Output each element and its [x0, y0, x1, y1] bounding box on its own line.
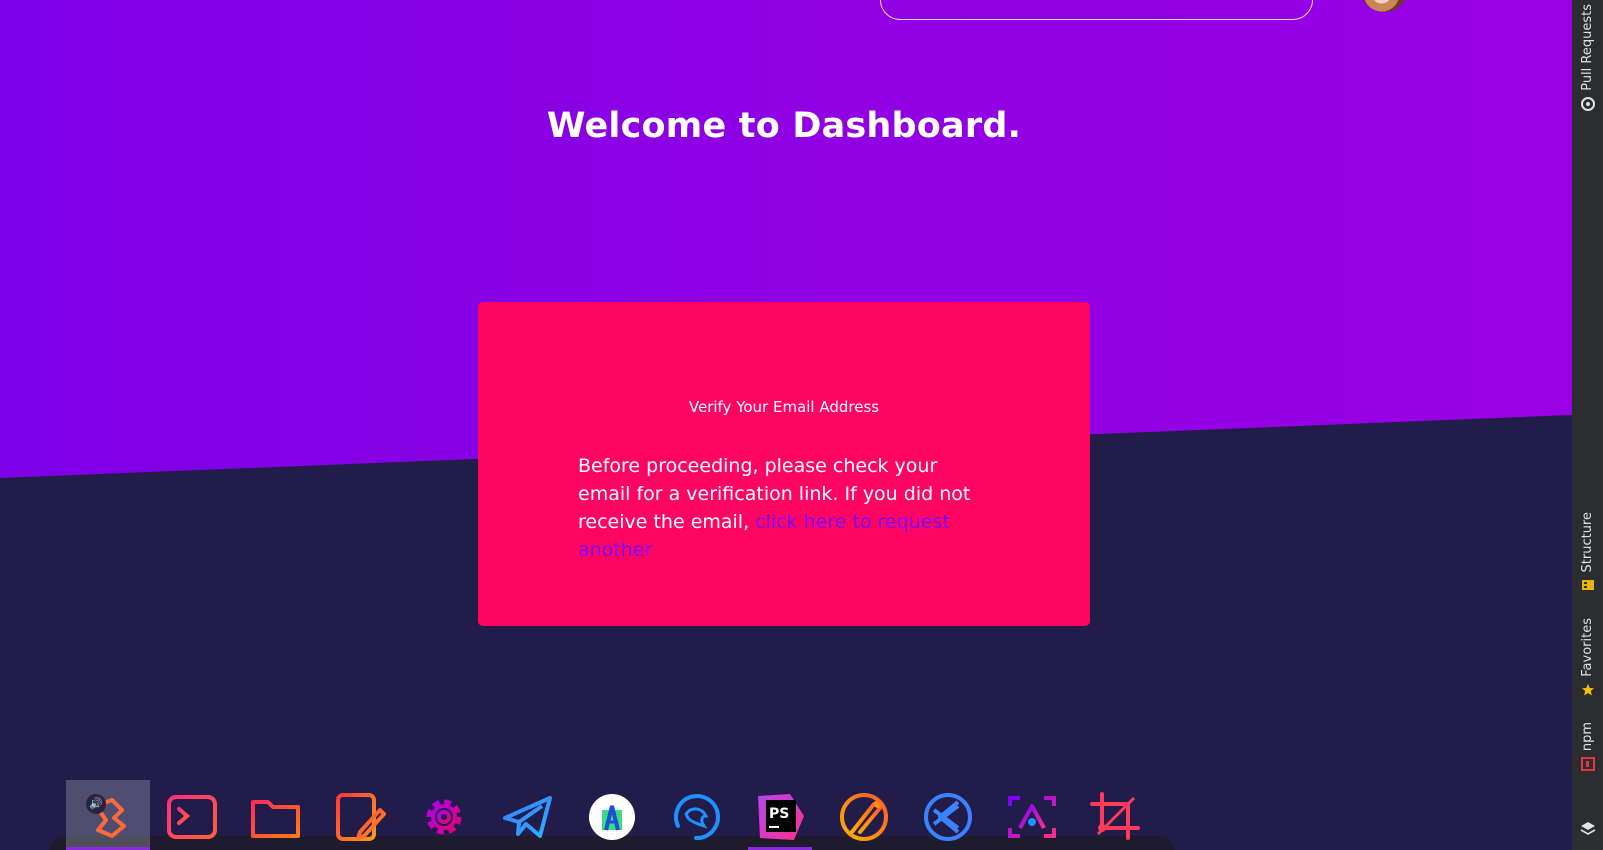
terminal-icon — [167, 795, 217, 839]
npm-label: npm — [1580, 722, 1595, 752]
structure-icon — [1581, 580, 1594, 591]
text-editor-icon — [336, 793, 386, 841]
android-studio-icon — [589, 794, 635, 840]
dock-item-app[interactable] — [990, 780, 1074, 850]
dock-item-files[interactable] — [234, 780, 318, 850]
layers-icon[interactable] — [1580, 820, 1596, 836]
structure-tab[interactable]: Structure — [1572, 512, 1603, 592]
github-icon — [1580, 96, 1595, 111]
phpstorm-icon: PS — [758, 794, 804, 840]
star-icon — [1581, 683, 1594, 696]
page-title: Welcome to Dashboard. — [546, 106, 1022, 146]
dock-item-editor[interactable] — [318, 780, 402, 850]
card-title: Verify Your Email Address — [688, 398, 880, 416]
mysql-workbench-icon — [674, 794, 720, 841]
settings-gear-icon — [426, 799, 462, 835]
vscode-icon — [924, 793, 972, 841]
crop-tool-icon — [1090, 792, 1140, 840]
dock-item-android-studio[interactable] — [570, 780, 654, 850]
phpstorm-icon-text: PS — [769, 806, 789, 822]
dock-item-mysql-workbench[interactable] — [654, 780, 738, 850]
dock-item-terminal[interactable] — [150, 780, 234, 850]
npm-icon — [1580, 757, 1595, 772]
dock-item-vscode[interactable] — [906, 780, 990, 850]
ide-tool-strip: Pull Requests Structure Favorites npm — [1572, 0, 1603, 850]
favorites-tab[interactable]: Favorites — [1572, 618, 1603, 697]
pull-requests-tab[interactable]: Pull Requests — [1572, 4, 1603, 111]
search-input[interactable] — [880, 0, 1313, 20]
structure-label: Structure — [1580, 512, 1595, 573]
verify-email-card: Verify Your Email Address Before proceed… — [478, 302, 1090, 626]
dock-item-postman[interactable] — [822, 780, 906, 850]
pull-requests-label: Pull Requests — [1580, 4, 1595, 91]
telegram-icon — [503, 796, 552, 838]
dock-item-crop[interactable] — [1074, 780, 1158, 850]
dock-item-settings[interactable] — [402, 780, 486, 850]
dock-item-phpstorm[interactable]: PS — [738, 780, 822, 850]
app-icon — [1008, 796, 1056, 838]
postman-icon — [840, 793, 888, 841]
dock-item-browser[interactable]: 🔊 — [66, 780, 150, 850]
card-body: Before proceeding, please check your ema… — [578, 452, 978, 564]
sound-playing-icon: 🔊 — [86, 794, 106, 814]
folder-icon — [251, 800, 300, 838]
dock-item-telegram[interactable] — [486, 780, 570, 850]
npm-tab[interactable]: npm — [1572, 722, 1603, 772]
web-page: Welcome to Dashboard. Verify Your Email … — [0, 0, 1572, 850]
favorites-label: Favorites — [1580, 618, 1595, 677]
